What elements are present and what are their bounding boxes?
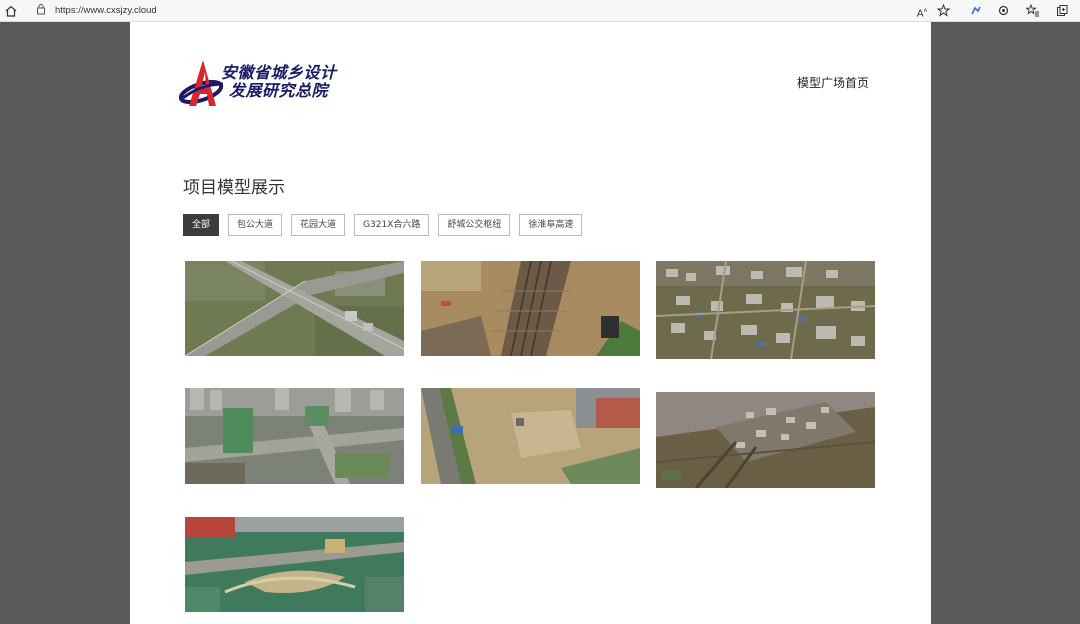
collections-icon[interactable] — [1053, 2, 1071, 20]
logo[interactable]: 安徽省城乡设计 发展研究总院 — [179, 58, 349, 110]
model-card[interactable] — [656, 261, 875, 359]
home-icon[interactable] — [2, 2, 20, 20]
model-thumbnail[interactable] — [185, 261, 404, 356]
lock-icon[interactable] — [36, 3, 46, 21]
model-card[interactable] — [656, 392, 875, 488]
filter-g321x-button[interactable]: G321X合六路 — [354, 214, 430, 236]
favorite-add-icon[interactable] — [934, 2, 952, 20]
model-thumbnail[interactable] — [421, 388, 640, 484]
model-card[interactable] — [185, 261, 404, 356]
model-card[interactable] — [185, 517, 404, 612]
filter-huayuan-button[interactable]: 花园大道 — [291, 214, 346, 236]
filter-shucheng-button[interactable]: 舒城公交枢纽 — [438, 214, 511, 236]
model-thumbnail[interactable] — [656, 392, 875, 488]
model-thumbnail[interactable] — [656, 261, 875, 359]
url-text[interactable]: https://www.cxsjzy.cloud — [55, 2, 157, 20]
filter-all-button[interactable]: 全部 — [183, 214, 220, 236]
model-card[interactable] — [185, 388, 404, 484]
filter-baogong-button[interactable]: 包公大道 — [228, 214, 283, 236]
model-card[interactable] — [421, 388, 640, 484]
filter-xuhuaifu-button[interactable]: 徐淮阜高速 — [519, 214, 583, 236]
nav-home-link[interactable]: 模型广场首页 — [797, 74, 869, 91]
model-thumbnail[interactable] — [185, 388, 404, 484]
model-thumbnail[interactable] — [421, 261, 640, 356]
model-card[interactable] — [421, 261, 640, 356]
logo-mark-icon — [179, 60, 224, 106]
extension-icon[interactable] — [966, 2, 984, 20]
settings-icon[interactable] — [994, 2, 1012, 20]
model-thumbnail[interactable] — [185, 517, 404, 612]
read-aloud-icon[interactable]: Aʌ — [913, 2, 931, 20]
filter-bar: 全部 包公大道 花园大道 G321X合六路 舒城公交枢纽 徐淮阜高速 — [183, 214, 583, 236]
favorites-icon[interactable] — [1024, 2, 1042, 20]
section-title: 项目模型展示 — [183, 178, 285, 198]
page-content: 安徽省城乡设计 发展研究总院 模型广场首页 项目模型展示 全部 包公大道 花园大… — [130, 22, 931, 624]
logo-text: 安徽省城乡设计 发展研究总院 — [221, 63, 337, 100]
address-bar[interactable]: https://www.cxsjzy.cloud — [30, 2, 908, 20]
browser-toolbar: https://www.cxsjzy.cloud Aʌ — [0, 0, 1080, 22]
